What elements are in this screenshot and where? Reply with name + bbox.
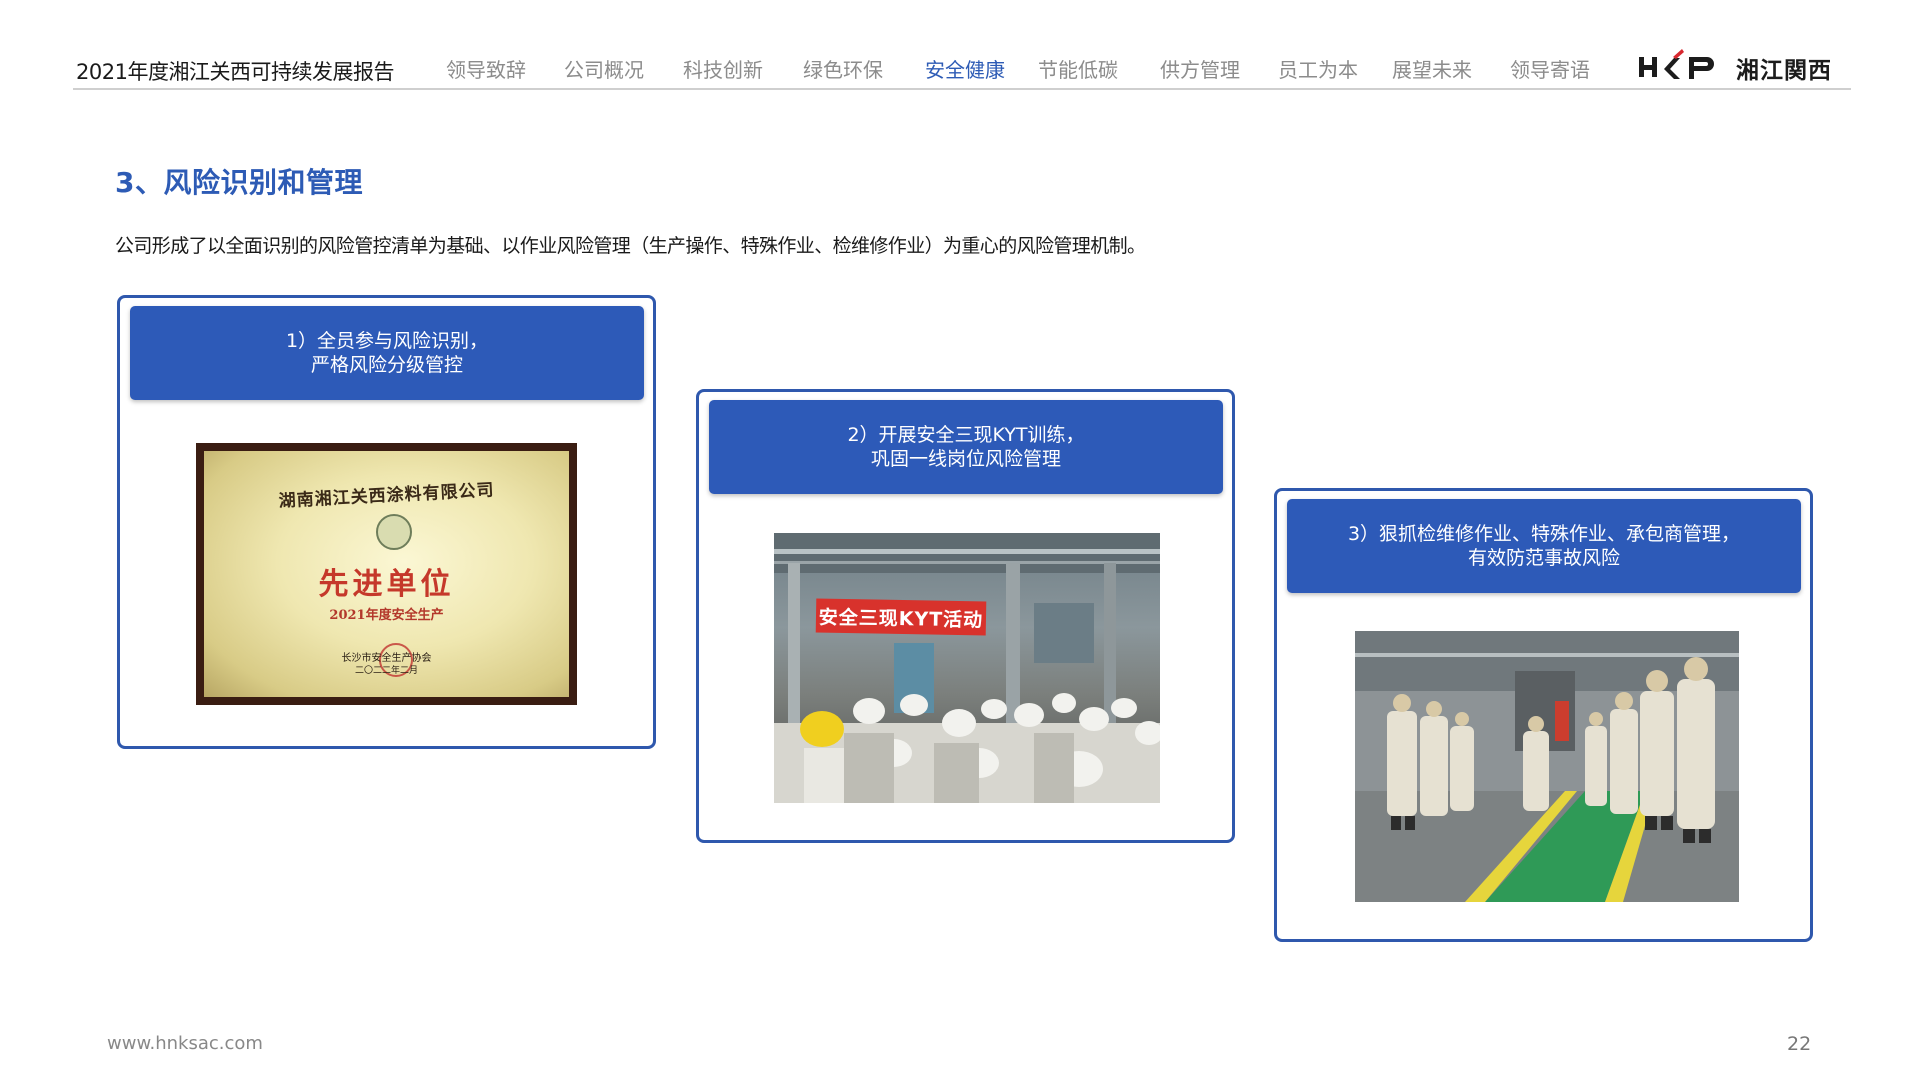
nav-item-company-overview[interactable]: 公司概况 bbox=[564, 54, 644, 83]
risk-card-1: 1）全员参与风险识别， 严格风险分级管控 湖南湘江关西涂料有限公司 先进单位 2… bbox=[117, 295, 656, 749]
section-title: 3、风险识别和管理 bbox=[115, 166, 363, 199]
card-3-line-2: 有效防范事故风险 bbox=[1467, 547, 1620, 569]
card-1-line-2: 严格风险分级管控 bbox=[310, 354, 463, 376]
header-divider bbox=[73, 88, 1851, 90]
award-plaque-photo: 湖南湘江关西涂料有限公司 先进单位 2021年度安全生产 长沙市安全生产协会 二… bbox=[196, 443, 577, 705]
workshop-scene-illustration bbox=[1355, 631, 1739, 902]
logo-text: 湘江関西 bbox=[1736, 58, 1832, 84]
nav-item-leader-message[interactable]: 领导寄语 bbox=[1510, 54, 1590, 83]
nav-item-employees[interactable]: 员工为本 bbox=[1278, 54, 1358, 83]
nav-item-leader-speech[interactable]: 领导致辞 bbox=[446, 54, 526, 83]
company-logo: 湘江関西 bbox=[1637, 49, 1852, 84]
plaque-issuer: 长沙市安全生产协会 bbox=[341, 653, 432, 664]
plaque-face: 湖南湘江关西涂料有限公司 先进单位 2021年度安全生产 长沙市安全生产协会 二… bbox=[204, 451, 569, 697]
nav-item-supplier-management[interactable]: 供方管理 bbox=[1160, 54, 1240, 83]
kyt-training-photo: 安全三现KYT活动 bbox=[774, 533, 1160, 803]
workshop-inspection-photo bbox=[1355, 631, 1739, 902]
nav-item-energy-saving[interactable]: 节能低碳 bbox=[1038, 54, 1118, 83]
report-title: 2021年度湘江关西可持续发展报告 bbox=[76, 60, 394, 84]
plaque-date: 二〇二二年二月 bbox=[354, 666, 418, 676]
plaque-org-name: 湖南湘江关西涂料有限公司 bbox=[278, 480, 496, 512]
hkp-logo-icon bbox=[1639, 49, 1714, 79]
footer-url[interactable]: www.hnksac.com bbox=[107, 1033, 263, 1054]
plaque-emblem-icon bbox=[376, 514, 412, 550]
card-2-header: 2）开展安全三现KYT训练， 巩固一线岗位风险管理 bbox=[709, 400, 1223, 494]
section-intro: 公司形成了以全面识别的风险管控清单为基础、以作业风险管理（生产操作、特殊作业、检… bbox=[115, 235, 1146, 257]
plaque-award-subtitle: 2021年度安全生产 bbox=[329, 608, 444, 623]
card-3-line-1: 3）狠抓检维修作业、特殊作业、承包商管理， bbox=[1347, 523, 1741, 545]
card-3-header: 3）狠抓检维修作业、特殊作业、承包商管理， 有效防范事故风险 bbox=[1287, 499, 1801, 593]
nav-item-green-environment[interactable]: 绿色环保 bbox=[803, 54, 883, 83]
card-2-line-1: 2）开展安全三现KYT训练， bbox=[847, 424, 1085, 446]
page-number: 22 bbox=[1787, 1033, 1812, 1055]
nav-item-outlook[interactable]: 展望未来 bbox=[1392, 54, 1472, 83]
nav-item-safety-health[interactable]: 安全健康 bbox=[925, 54, 1005, 83]
plaque-award-title: 先进单位 bbox=[318, 567, 455, 602]
kyt-scene-illustration bbox=[774, 533, 1160, 803]
nav-item-tech-innovation[interactable]: 科技创新 bbox=[683, 54, 763, 83]
risk-card-2: 2）开展安全三现KYT训练， 巩固一线岗位风险管理 安全三现KYT活动 bbox=[696, 389, 1235, 843]
card-1-line-1: 1）全员参与风险识别， bbox=[285, 330, 489, 352]
risk-card-3: 3）狠抓检维修作业、特殊作业、承包商管理， 有效防范事故风险 bbox=[1274, 488, 1813, 942]
card-1-header: 1）全员参与风险识别， 严格风险分级管控 bbox=[130, 306, 644, 400]
kyt-banner: 安全三现KYT活动 bbox=[815, 598, 987, 636]
card-2-line-2: 巩固一线岗位风险管理 bbox=[870, 448, 1061, 470]
